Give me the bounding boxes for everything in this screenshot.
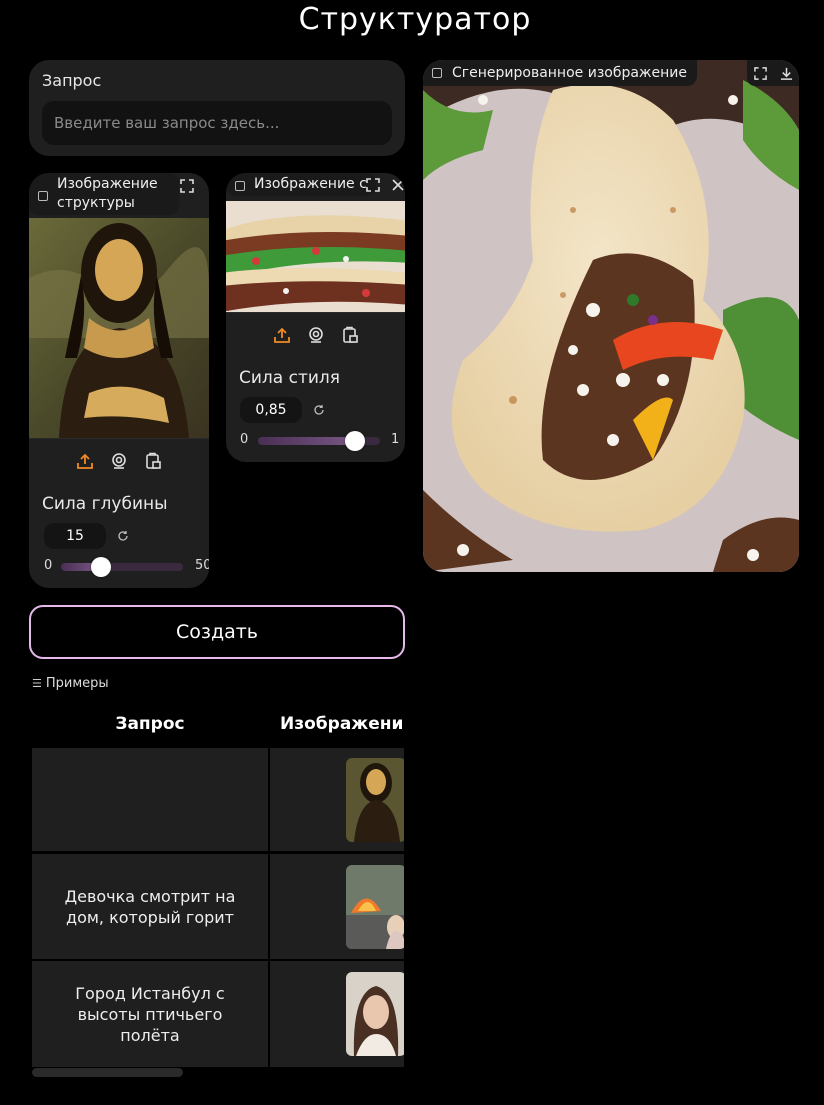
clipboard-icon[interactable] [141,449,165,473]
upload-icon[interactable] [270,323,294,347]
style-image-label: Изображение с [254,176,367,192]
prompt-placeholder: Введите ваш запрос здесь... [54,114,280,132]
depth-slider-thumb[interactable] [91,557,111,577]
examples-toggle[interactable]: ☰ Примеры [32,676,109,691]
style-strength-value-input[interactable]: 0,85 [240,397,302,423]
table-row[interactable]: Город Истанбул с высоты птичьего полёта [32,961,268,1067]
table-row-image-cell[interactable] [270,961,404,1067]
structure-image-panel: Изображение структуры Сила глубины 15 0 … [29,173,209,588]
examples-scrollbar[interactable] [32,1068,183,1077]
style-strength-min: 0 [240,432,249,447]
depth-max: 50 [195,558,209,573]
prompt-label: Запрос [42,71,102,90]
style-strength-label: Сила стиля [239,368,340,388]
structure-image[interactable] [29,218,209,438]
style-strength-max: 1 [391,432,400,447]
generated-image-panel: Сгенерированное изображение [423,60,799,572]
download-icon[interactable] [774,61,798,85]
style-image-toolbar [226,312,405,356]
fullscreen-icon[interactable] [175,174,199,198]
image-icon [432,68,442,78]
generated-image-label: Сгенерированное изображение [452,65,688,81]
generated-image[interactable] [423,60,799,572]
clipboard-icon[interactable] [338,323,362,347]
examples-toggle-label: Примеры [45,676,109,691]
prompt-panel: Запрос Введите ваш запрос здесь... [29,60,405,156]
prompt-input[interactable]: Введите ваш запрос здесь... [42,101,392,145]
structure-image-badge: Изображение структуры [29,173,179,215]
table-row-image-cell[interactable] [270,748,404,851]
examples-header-prompt: Запрос [115,714,185,734]
depth-value-input[interactable]: 15 [44,523,106,549]
structure-image-label-2: структуры [57,195,135,211]
table-row[interactable] [32,748,268,851]
webcam-icon[interactable] [304,323,328,347]
create-button[interactable]: Создать [29,605,405,659]
upload-icon[interactable] [73,449,97,473]
structure-image-toolbar [29,438,209,482]
examples-header-image: Изображение с [280,714,404,734]
style-image-badge: Изображение с [226,173,376,196]
reset-icon[interactable] [111,524,135,548]
app-title: Структуратор [298,2,532,37]
example-image [346,972,404,1056]
table-row-image-cell[interactable] [270,854,404,959]
webcam-icon[interactable] [107,449,131,473]
list-icon: ☰ [32,677,42,690]
generated-image-actions [747,60,799,86]
example-prompt: Девочка смотрит на дом, который горит [64,886,236,927]
reset-icon[interactable] [307,398,331,422]
fullscreen-icon[interactable] [361,173,385,197]
example-prompt: Город Истанбул с высоты птичьего полёта [75,983,225,1045]
fullscreen-icon[interactable] [748,61,772,85]
image-icon [38,191,48,201]
generated-image-badge: Сгенерированное изображение [423,60,698,86]
style-image-panel: Изображение с Сила стиля 0,85 0 1 [226,173,405,462]
image-icon [235,181,245,191]
structure-image-label-1: Изображение [57,176,158,192]
style-strength-slider-thumb[interactable] [345,431,365,451]
style-image[interactable] [226,201,405,312]
table-row[interactable]: Девочка смотрит на дом, который горит [32,854,268,959]
example-image [346,758,404,842]
depth-min: 0 [44,558,53,573]
close-icon[interactable] [386,173,405,197]
example-image [346,865,404,949]
depth-label: Сила глубины [42,494,168,514]
examples-table: Запрос Изображение с Девочка смотрит на … [32,705,404,1067]
